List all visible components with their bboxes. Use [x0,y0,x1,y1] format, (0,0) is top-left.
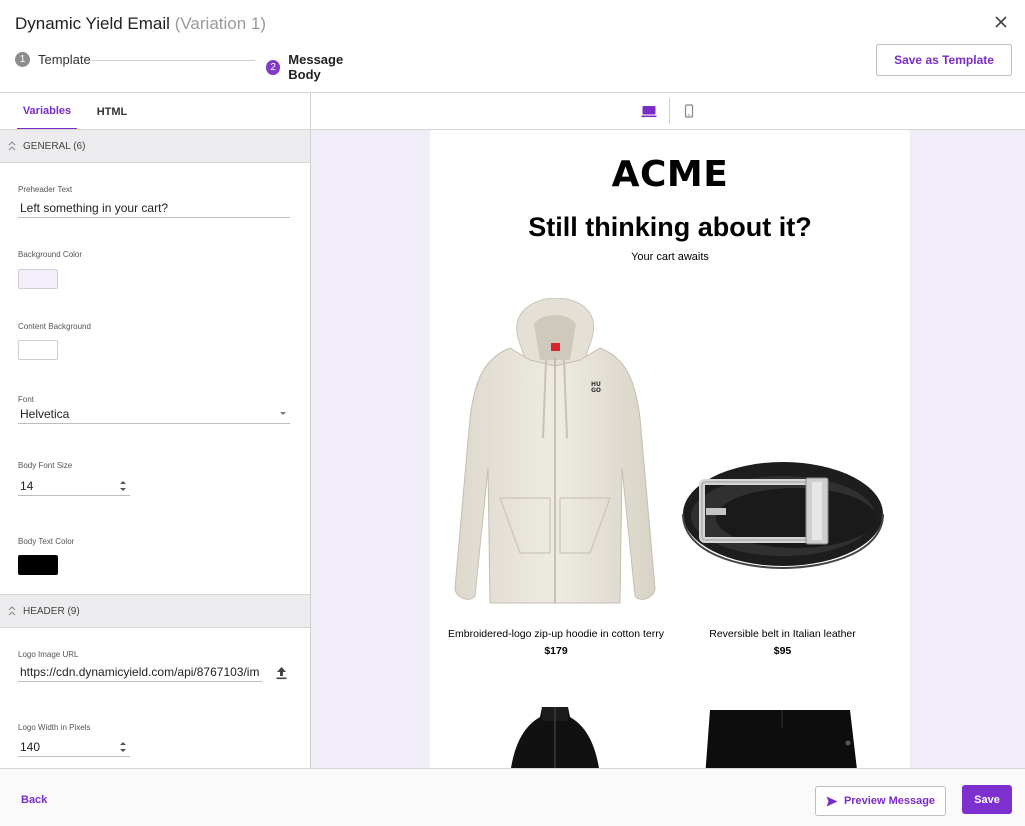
content-background-swatch[interactable] [18,340,58,360]
panel-tabs: Variables HTML [0,93,310,130]
logo-width-label: Logo Width in Pixels [18,723,91,732]
section-general-header[interactable]: GENERAL (6) [0,129,310,163]
save-button[interactable]: Save [962,785,1012,814]
close-icon[interactable] [991,12,1011,32]
font-select[interactable]: Helvetica [18,404,290,424]
body-font-size-label: Body Font Size [18,461,73,470]
background-color-label: Background Color [18,250,83,259]
desktop-icon[interactable] [641,103,657,119]
wizard-steps: 1 Template 2 Message Body [15,52,375,82]
section-title: GENERAL (6) [23,140,86,152]
preview-message-label: Preview Message [843,795,936,807]
hoodie-product-image: HU GO [454,298,656,604]
variables-panel: Variables HTML GENERAL (6) Preheader Tex… [0,93,311,768]
device-divider [669,98,670,124]
variation-name: (Variation 1) [174,14,267,33]
preheader-input[interactable]: Left something in your cart? [18,198,290,218]
device-toggle-bar [311,93,1025,130]
upload-icon[interactable] [275,666,288,680]
collapse-icon [8,606,16,616]
step-label: Message Body [288,52,344,82]
svg-text:GO: GO [591,387,601,394]
preview-message-button[interactable]: Preview Message [815,786,946,816]
body-font-size-input[interactable]: 14 [18,476,130,496]
campaign-name: Dynamic Yield Email [15,14,170,33]
dialog-header: Dynamic Yield Email (Variation 1) 1 Temp… [0,0,1025,93]
tab-variables[interactable]: Variables [17,93,77,130]
step-message-body[interactable]: 2 Message Body [266,52,375,82]
body-text-color-label: Body Text Color [18,537,75,546]
dialog-title: Dynamic Yield Email (Variation 1) [15,14,266,34]
collapse-icon [8,141,16,151]
chevron-down-icon [280,412,286,415]
section-title: HEADER (9) [23,605,80,617]
logo-url-input[interactable]: https://cdn.dynamicyield.com/api/8767103… [18,662,262,682]
email-logo: ACME [611,154,729,195]
logo-width-input[interactable]: 140 [18,737,130,757]
content-background-label: Content Background [18,322,91,331]
tab-html[interactable]: HTML [92,93,132,130]
jacket-product-image [511,707,599,768]
section-header-header[interactable]: HEADER (9) [0,594,310,628]
preheader-label: Preheader Text [18,185,73,194]
email-headline: Still thinking about it? [528,212,812,242]
body-text-color-swatch[interactable] [18,555,58,575]
email-subline: Your cart awaits [631,251,709,263]
product-name: Embroidered-logo zip-up hoodie in cotton… [448,628,664,640]
font-value: Helvetica [20,406,70,421]
body-font-size-value: 14 [20,478,34,493]
product-price: $95 [773,645,792,657]
product-name: Reversible belt in Italian leather [709,628,856,640]
font-label: Font [18,395,35,404]
stepper-icon[interactable] [118,739,128,755]
step-number: 2 [266,59,281,75]
step-connector [92,60,255,61]
back-button[interactable]: Back [21,794,47,806]
step-label: Template [38,52,91,67]
email-editor-dialog: Dynamic Yield Email (Variation 1) 1 Temp… [0,0,1025,826]
email-preview: ACME Still thinking about it? Your cart … [430,130,910,768]
step-number: 1 [15,52,30,67]
save-as-template-button[interactable]: Save as Template [876,44,1012,76]
background-color-swatch[interactable] [18,269,58,289]
send-icon [826,796,838,806]
email-preview-area: ACME Still thinking about it? Your cart … [311,93,1025,768]
belt-product-image [682,462,884,570]
logo-url-label: Logo Image URL [18,650,79,659]
mobile-icon[interactable] [681,103,697,119]
logo-width-value: 140 [20,739,41,754]
product-price: $179 [544,645,568,657]
dialog-footer: Back Preview Message Save [0,768,1025,826]
step-template[interactable]: 1 Template [15,52,91,67]
pants-product-image [705,710,857,768]
stepper-icon[interactable] [118,478,128,494]
